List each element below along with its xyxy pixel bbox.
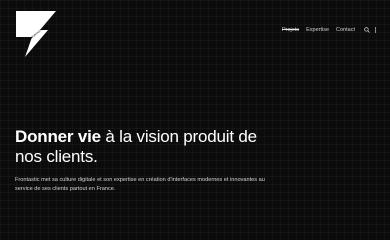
hero-highlight: Donner vie: [15, 127, 101, 147]
main-nav: Projets Expertise Contact: [275, 27, 376, 33]
nav-item-projets[interactable]: Projets: [282, 27, 299, 33]
lightning-bolt-logo-icon: FRONTASTIC: [16, 11, 56, 57]
nav-item-contact[interactable]: Contact: [336, 27, 355, 33]
intro-text: Frontastic met sa culture digitale et so…: [15, 176, 265, 192]
logo[interactable]: FRONTASTIC: [14, 9, 58, 59]
nav-divider: [375, 27, 376, 33]
hero-heading: Donner vie à la vision produit de nos cl…: [15, 127, 275, 167]
nav-item-expertise[interactable]: Expertise: [306, 27, 329, 33]
search-icon[interactable]: [364, 27, 370, 33]
